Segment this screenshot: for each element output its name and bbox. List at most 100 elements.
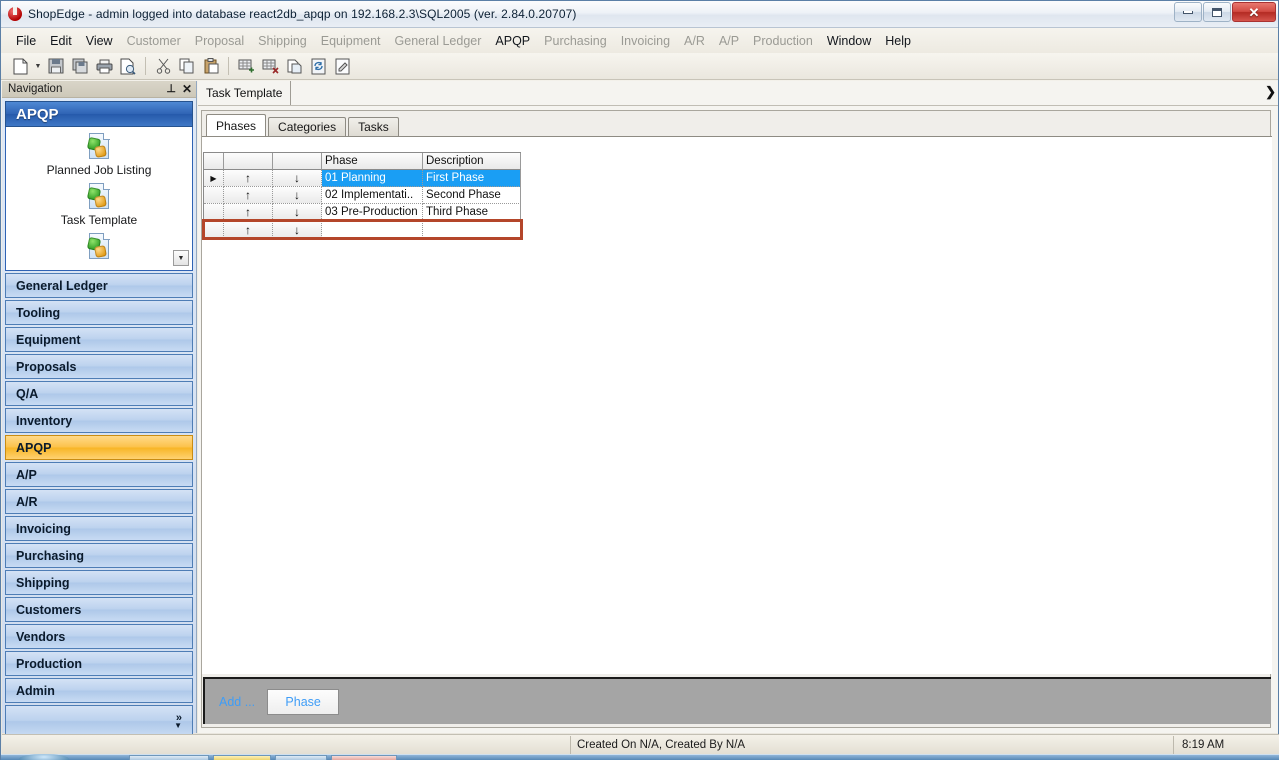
sidebar-item-invoicing[interactable]: Invoicing bbox=[5, 516, 193, 541]
sidebar-item-customers[interactable]: Customers bbox=[5, 597, 193, 622]
add-row-icon[interactable] bbox=[235, 55, 257, 77]
taskbar-item[interactable] bbox=[129, 755, 209, 760]
edit-note-icon[interactable] bbox=[331, 55, 353, 77]
sidebar-item-general-ledger[interactable]: General Ledger bbox=[5, 273, 193, 298]
cell-description[interactable]: First Phase bbox=[423, 170, 521, 187]
arrow-up-icon[interactable]: ↑ bbox=[224, 204, 273, 221]
toolbar-separator bbox=[228, 57, 229, 75]
cell-phase[interactable]: 01 Planning bbox=[322, 170, 423, 187]
save-all-icon[interactable] bbox=[69, 55, 91, 77]
cut-icon[interactable] bbox=[152, 55, 174, 77]
toolbar: ▼ bbox=[1, 53, 1278, 80]
menu-window[interactable]: Window bbox=[820, 31, 878, 51]
sidebar-item-apqp[interactable]: APQP bbox=[5, 435, 193, 460]
sidebar-item-label: Production bbox=[16, 656, 82, 671]
minimize-button[interactable] bbox=[1174, 2, 1202, 22]
menu-bar: File Edit View Customer Proposal Shippin… bbox=[1, 28, 1278, 53]
cell-phase[interactable]: 02 Implementati.. bbox=[322, 187, 423, 204]
sidebar-item-equipment[interactable]: Equipment bbox=[5, 327, 193, 352]
sidebar-item-shipping[interactable]: Shipping bbox=[5, 570, 193, 595]
nav-group-item-partial[interactable] bbox=[6, 233, 192, 261]
table-row[interactable]: ↑ ↓ 03 Pre-Production Third Phase bbox=[204, 204, 521, 221]
nav-group-item-task-template[interactable]: Task Template bbox=[6, 183, 192, 227]
add-phase-button[interactable]: Phase bbox=[267, 688, 340, 715]
table-row[interactable]: ▶ ↑ ↓ 01 Planning First Phase bbox=[204, 170, 521, 187]
shopedge-logo-icon bbox=[7, 6, 23, 22]
tab-tasks[interactable]: Tasks bbox=[348, 117, 399, 136]
sidebar-item-production[interactable]: Production bbox=[5, 651, 193, 676]
sidebar-item-vendors[interactable]: Vendors bbox=[5, 624, 193, 649]
chevron-right-icon[interactable]: ❯ bbox=[1265, 84, 1276, 100]
taskbar-item[interactable] bbox=[331, 755, 397, 760]
sidebar-item-ar[interactable]: A/R bbox=[5, 489, 193, 514]
arrow-down-icon[interactable]: ↓ bbox=[273, 170, 322, 187]
close-icon[interactable]: ✕ bbox=[182, 83, 192, 95]
sidebar-item-qa[interactable]: Q/A bbox=[5, 381, 193, 406]
close-button[interactable]: ✕ bbox=[1232, 2, 1276, 22]
grid-header-phase[interactable]: Phase bbox=[322, 153, 423, 170]
toolbar-separator bbox=[145, 57, 146, 75]
print-preview-icon[interactable] bbox=[117, 55, 139, 77]
sidebar-item-purchasing[interactable]: Purchasing bbox=[5, 543, 193, 568]
arrow-up-icon[interactable]: ↑ bbox=[224, 170, 273, 187]
start-button-icon[interactable] bbox=[19, 754, 69, 760]
delete-row-icon[interactable] bbox=[259, 55, 281, 77]
new-document-dropdown-caret-icon[interactable]: ▼ bbox=[33, 55, 43, 77]
status-bar: Created On N/A, Created By N/A 8:19 AM bbox=[2, 734, 1279, 754]
save-icon[interactable] bbox=[45, 55, 67, 77]
sidebar-item-tooling[interactable]: Tooling bbox=[5, 300, 193, 325]
cell-phase[interactable] bbox=[322, 221, 423, 238]
paste-icon[interactable] bbox=[200, 55, 222, 77]
phases-tab-page: Phase Description ▶ ↑ ↓ 01 Planning Firs… bbox=[202, 136, 1272, 674]
menu-view[interactable]: View bbox=[79, 31, 120, 51]
pin-icon[interactable]: ⊥ bbox=[166, 83, 176, 95]
sidebar-item-proposals[interactable]: Proposals bbox=[5, 354, 193, 379]
refresh-icon[interactable] bbox=[307, 55, 329, 77]
sidebar-item-label: A/R bbox=[16, 494, 38, 509]
sidebar-item-ap[interactable]: A/P bbox=[5, 462, 193, 487]
arrow-up-icon[interactable]: ↑ bbox=[224, 221, 273, 238]
tab-phases[interactable]: Phases bbox=[206, 114, 267, 136]
table-row[interactable]: ↑ ↓ 02 Implementati.. Second Phase bbox=[204, 187, 521, 204]
grid-header-description[interactable]: Description bbox=[423, 153, 521, 170]
copy-row-icon[interactable] bbox=[283, 55, 305, 77]
arrow-down-icon[interactable]: ↓ bbox=[273, 221, 322, 238]
maximize-button[interactable] bbox=[1203, 2, 1231, 22]
navigation-group-header-apqp[interactable]: APQP bbox=[5, 101, 193, 127]
menu-invoicing: Invoicing bbox=[620, 33, 671, 48]
close-icon: ✕ bbox=[1248, 4, 1260, 20]
copy-icon[interactable] bbox=[176, 55, 198, 77]
sidebar-item-label: Inventory bbox=[16, 413, 73, 428]
nav-group-item-planned-job-listing[interactable]: Planned Job Listing bbox=[6, 133, 192, 177]
menu-apqp[interactable]: APQP bbox=[488, 31, 537, 51]
sidebar-more-options-button[interactable]: » ▼ bbox=[5, 705, 193, 737]
menu-file[interactable]: File bbox=[9, 31, 43, 51]
sidebar-item-label: Invoicing bbox=[16, 521, 71, 536]
menu-help[interactable]: Help bbox=[878, 31, 918, 51]
print-icon[interactable] bbox=[93, 55, 115, 77]
cell-phase[interactable]: 03 Pre-Production bbox=[322, 204, 423, 221]
cell-description[interactable]: Third Phase bbox=[423, 204, 521, 221]
sidebar-item-admin[interactable]: Admin bbox=[5, 678, 193, 703]
add-label: Add ... bbox=[219, 694, 256, 709]
cell-description[interactable]: Second Phase bbox=[423, 187, 521, 204]
menu-edit[interactable]: Edit bbox=[43, 31, 79, 51]
sidebar-item-inventory[interactable]: Inventory bbox=[5, 408, 193, 433]
title-bar: ShopEdge - admin logged into database re… bbox=[1, 1, 1278, 28]
sidebar-item-label: Equipment bbox=[16, 332, 81, 347]
arrow-down-icon[interactable]: ↓ bbox=[273, 204, 322, 221]
tab-categories[interactable]: Categories bbox=[268, 117, 347, 136]
chevron-down-icon[interactable]: ▼ bbox=[173, 250, 189, 266]
cell-description[interactable] bbox=[423, 221, 521, 238]
window-title: ShopEdge - admin logged into database re… bbox=[28, 7, 577, 21]
arrow-up-icon[interactable]: ↑ bbox=[224, 187, 273, 204]
navigation-resize-grip[interactable] bbox=[75, 265, 123, 270]
arrow-down-icon[interactable]: ↓ bbox=[273, 187, 322, 204]
table-row-new[interactable]: ↑ ↓ bbox=[202, 219, 523, 240]
new-document-icon[interactable] bbox=[9, 55, 31, 77]
document-tab-task-template[interactable]: Task Template bbox=[198, 81, 292, 105]
taskbar-item[interactable] bbox=[213, 755, 271, 760]
taskbar-item[interactable] bbox=[275, 755, 327, 760]
sidebar-item-label: Vendors bbox=[16, 629, 66, 644]
chevron-down-icon: ▼ bbox=[174, 720, 182, 730]
